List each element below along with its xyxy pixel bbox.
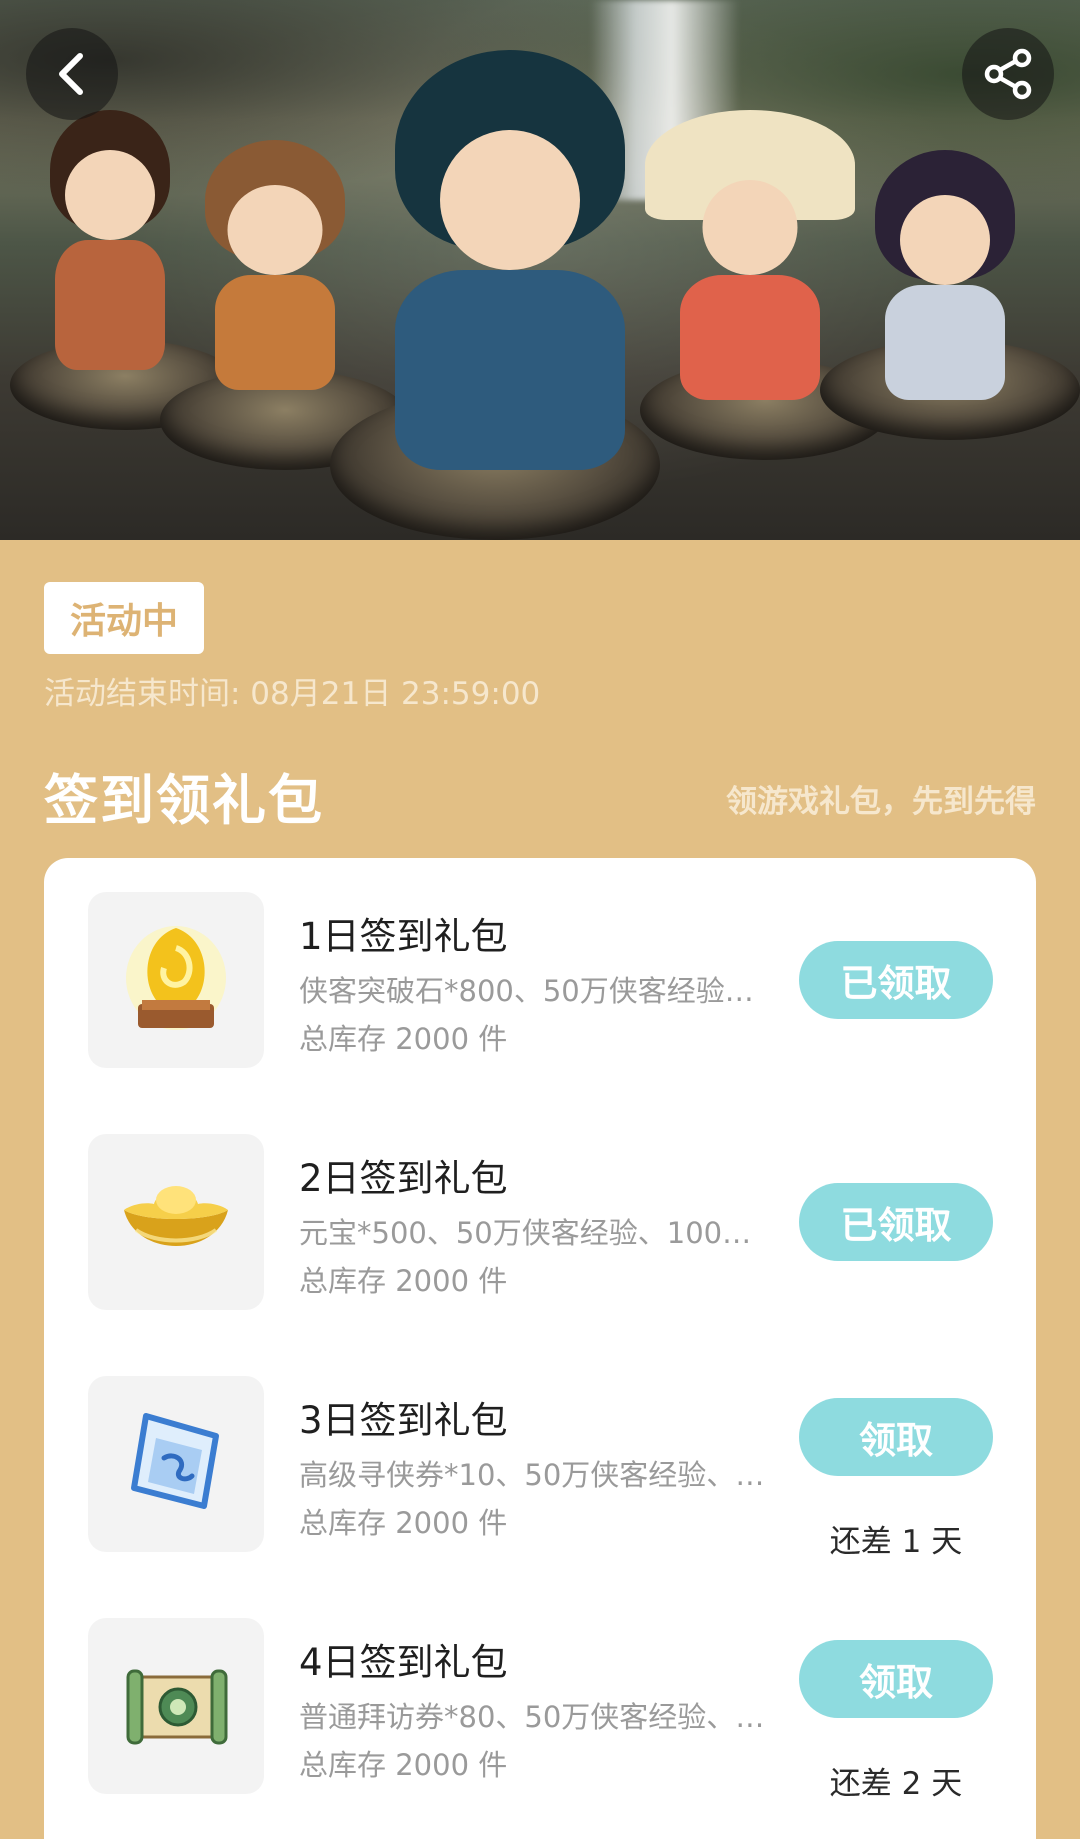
gift-thumbnail	[88, 1376, 264, 1552]
claimed-button[interactable]: 已领取	[799, 1183, 993, 1261]
section-title: 签到领礼包	[44, 769, 324, 832]
gift-item: 3日签到礼包 高级寻侠券*10、50万侠客经验、1000元宝 总库存 2000 …	[44, 1376, 1036, 1560]
gift-name: 3日签到礼包	[299, 1399, 508, 1442]
back-button[interactable]	[26, 28, 118, 120]
status-badge: 活动中	[44, 582, 204, 654]
gift-thumbnail	[88, 1134, 264, 1310]
hero-ticket-icon	[116, 1402, 236, 1526]
gift-thumbnail	[88, 892, 264, 1068]
gold-ingot-icon	[116, 1170, 236, 1274]
gift-name: 1日签到礼包	[299, 915, 508, 958]
breakthrough-stone-icon	[116, 908, 236, 1052]
gift-item: 1日签到礼包 侠客突破石*800、50万侠客经验、1000元宝 总库存 2000…	[44, 892, 1036, 1072]
gift-description: 侠客突破石*800、50万侠客经验、1000元宝	[299, 974, 769, 1008]
gift-list-card: 1日签到礼包 侠客突破石*800、50万侠客经验、1000元宝 总库存 2000…	[44, 858, 1036, 1839]
gift-name: 4日签到礼包	[299, 1641, 508, 1684]
gift-stock: 总库存 2000 件	[299, 1022, 508, 1056]
section-subtitle: 领游戏礼包，先到先得	[726, 784, 1036, 820]
gift-stock: 总库存 2000 件	[299, 1264, 508, 1298]
claimed-button[interactable]: 已领取	[799, 941, 993, 1019]
gift-stock: 总库存 2000 件	[299, 1506, 508, 1540]
gift-description: 高级寻侠券*10、50万侠客经验、1000元宝	[299, 1458, 769, 1492]
chevron-left-icon	[52, 50, 92, 98]
gift-stock: 总库存 2000 件	[299, 1748, 508, 1782]
share-icon	[980, 46, 1036, 102]
hero-character	[200, 140, 350, 390]
activity-end-time: 活动结束时间: 08月21日 23:59:00	[44, 676, 541, 712]
gift-name: 2日签到礼包	[299, 1157, 508, 1200]
hero-character	[860, 150, 1030, 400]
claim-button[interactable]: 领取	[799, 1640, 993, 1718]
hero-character	[40, 110, 180, 370]
gift-thumbnail	[88, 1618, 264, 1794]
gift-item: 2日签到礼包 元宝*500、50万侠客经验、1000铜钱 总库存 2000 件 …	[44, 1134, 1036, 1314]
hero-banner	[0, 0, 1080, 540]
share-button[interactable]	[962, 28, 1054, 120]
visit-scroll-icon	[116, 1649, 236, 1763]
hero-character	[380, 40, 640, 470]
days-remaining: 还差 2 天	[829, 1766, 963, 1802]
gift-description: 元宝*500、50万侠客经验、1000铜钱	[299, 1216, 769, 1250]
gift-item: 4日签到礼包 普通拜访券*80、50万侠客经验、1000元宝 总库存 2000 …	[44, 1618, 1036, 1802]
claim-button[interactable]: 领取	[799, 1398, 993, 1476]
gift-description: 普通拜访券*80、50万侠客经验、1000元宝	[299, 1700, 769, 1734]
hero-character	[645, 110, 855, 400]
days-remaining: 还差 1 天	[829, 1524, 963, 1560]
